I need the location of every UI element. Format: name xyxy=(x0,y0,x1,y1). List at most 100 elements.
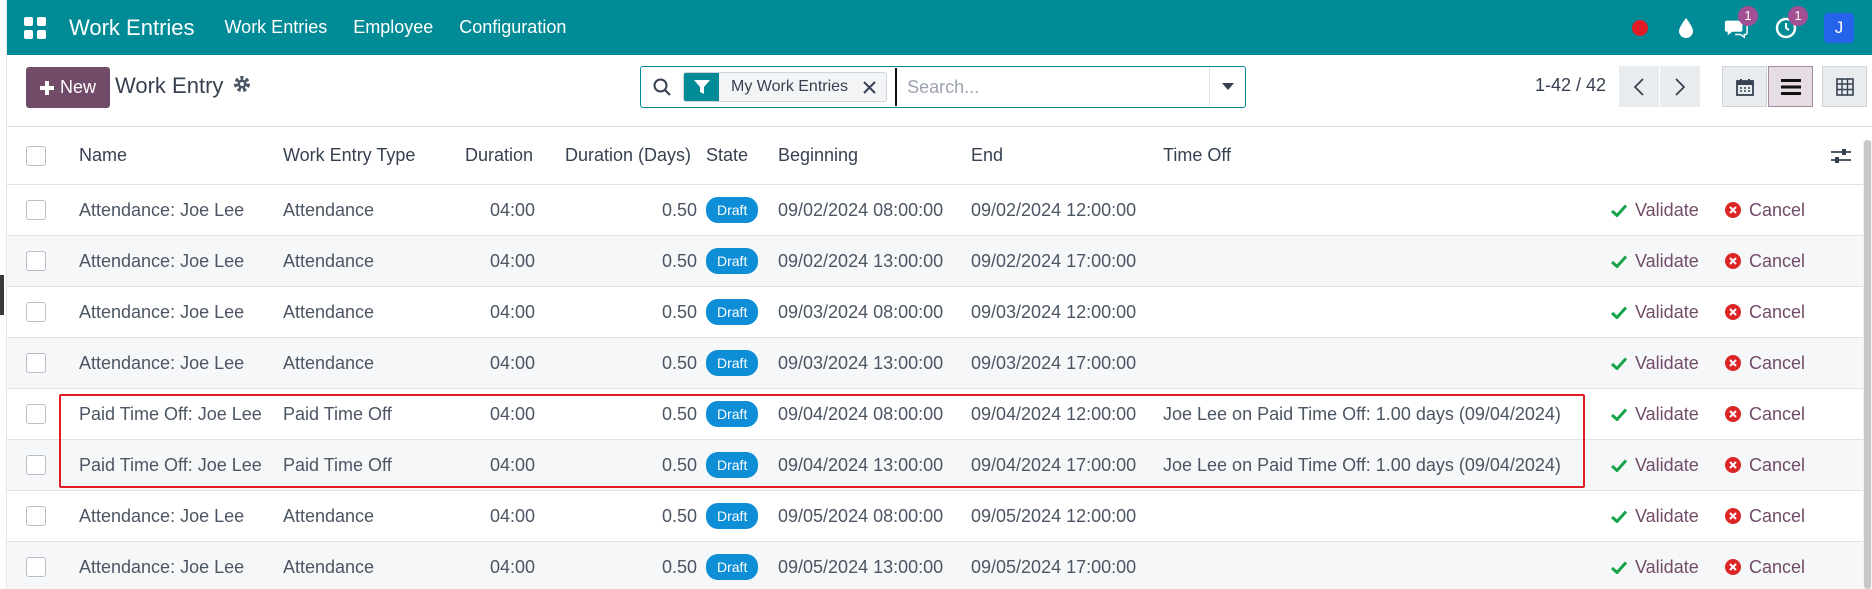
row-checkbox[interactable] xyxy=(26,251,46,271)
cell-beginning[interactable]: 09/05/2024 13:00:00 xyxy=(778,542,943,589)
cell-work-entry-type[interactable]: Paid Time Off xyxy=(283,440,392,490)
cancel-button[interactable]: Cancel xyxy=(1725,236,1805,286)
row-checkbox-cell[interactable] xyxy=(26,542,46,589)
cell-state[interactable]: Draft xyxy=(706,287,759,337)
cell-end[interactable]: 09/03/2024 12:00:00 xyxy=(971,287,1136,337)
column-header-name[interactable]: Name xyxy=(79,127,127,184)
cell-duration-days[interactable]: 0.50 xyxy=(597,389,697,439)
cell-end[interactable]: 09/04/2024 12:00:00 xyxy=(971,389,1136,439)
list-view-button[interactable] xyxy=(1768,66,1813,107)
cell-duration-days[interactable]: 0.50 xyxy=(597,185,697,235)
validate-button[interactable]: Validate xyxy=(1611,542,1699,589)
row-checkbox[interactable] xyxy=(26,506,46,526)
cell-beginning[interactable]: 09/05/2024 08:00:00 xyxy=(778,491,943,541)
cell-duration[interactable]: 04:00 xyxy=(455,185,535,235)
row-checkbox[interactable] xyxy=(26,200,46,220)
cell-work-entry-type[interactable]: Attendance xyxy=(283,236,374,286)
select-all-checkbox-cell[interactable] xyxy=(26,127,46,184)
cell-name[interactable]: Paid Time Off: Joe Lee xyxy=(79,389,262,439)
optional-columns-toggle[interactable] xyxy=(1831,127,1851,184)
table-row[interactable]: Attendance: Joe Lee Attendance 04:00 0.50 09… xyxy=(7,236,1863,287)
cell-duration-days[interactable]: 0.50 xyxy=(597,236,697,286)
cell-beginning[interactable]: 09/04/2024 13:00:00 xyxy=(778,440,943,490)
search-input[interactable] xyxy=(895,68,1209,106)
pager-value[interactable]: 1-42 / 42 xyxy=(1535,75,1606,96)
cancel-button[interactable]: Cancel xyxy=(1725,287,1805,337)
cell-end[interactable]: 09/05/2024 12:00:00 xyxy=(971,491,1136,541)
cell-name[interactable]: Attendance: Joe Lee xyxy=(79,542,244,589)
row-checkbox[interactable] xyxy=(26,404,46,424)
cell-state[interactable]: Draft xyxy=(706,236,759,286)
cell-duration[interactable]: 04:00 xyxy=(455,236,535,286)
table-row[interactable]: Attendance: Joe Lee Attendance 04:00 0.50 09… xyxy=(7,287,1863,338)
cell-time-off[interactable]: Joe Lee on Paid Time Off: 1.00 days (09/… xyxy=(1163,389,1561,439)
select-all-checkbox[interactable] xyxy=(26,145,46,166)
cell-duration[interactable]: 04:00 xyxy=(455,491,535,541)
activities-clock-icon[interactable]: 1 xyxy=(1774,5,1808,40)
drop-icon[interactable] xyxy=(1674,16,1698,40)
menu-item-employee[interactable]: Employee xyxy=(353,17,433,38)
search-icon[interactable] xyxy=(641,78,683,96)
row-checkbox[interactable] xyxy=(26,353,46,373)
cell-end[interactable]: 09/02/2024 17:00:00 xyxy=(971,236,1136,286)
column-header-state[interactable]: State xyxy=(706,127,748,184)
gear-icon[interactable] xyxy=(233,75,251,98)
cell-duration-days[interactable]: 0.50 xyxy=(597,542,697,589)
search-options-toggle[interactable] xyxy=(1209,67,1245,107)
cell-work-entry-type[interactable]: Attendance xyxy=(283,542,374,589)
cancel-button[interactable]: Cancel xyxy=(1725,440,1805,490)
cell-beginning[interactable]: 09/02/2024 13:00:00 xyxy=(778,236,943,286)
cancel-button[interactable]: Cancel xyxy=(1725,491,1805,541)
new-button[interactable]: New xyxy=(26,67,110,108)
cell-duration-days[interactable]: 0.50 xyxy=(597,440,697,490)
table-row[interactable]: Paid Time Off: Joe Lee Paid Time Off 04:00… xyxy=(7,389,1863,440)
cell-work-entry-type[interactable]: Attendance xyxy=(283,338,374,388)
column-header-duration-days[interactable]: Duration (Days) xyxy=(565,127,691,184)
column-header-time-off[interactable]: Time Off xyxy=(1163,127,1231,184)
row-checkbox-cell[interactable] xyxy=(26,185,46,235)
column-header-duration[interactable]: Duration xyxy=(465,127,533,184)
pivot-view-button[interactable] xyxy=(1822,66,1867,107)
cell-name[interactable]: Attendance: Joe Lee xyxy=(79,236,244,286)
cell-work-entry-type[interactable]: Attendance xyxy=(283,185,374,235)
cell-beginning[interactable]: 09/03/2024 13:00:00 xyxy=(778,338,943,388)
cell-end[interactable]: 09/05/2024 17:00:00 xyxy=(971,542,1136,589)
cell-duration[interactable]: 04:00 xyxy=(455,542,535,589)
column-header-beginning[interactable]: Beginning xyxy=(778,127,858,184)
cell-state[interactable]: Draft xyxy=(706,338,759,388)
validate-button[interactable]: Validate xyxy=(1611,338,1699,388)
table-row[interactable]: Attendance: Joe Lee Attendance 04:00 0.50 09… xyxy=(7,185,1863,236)
cell-duration-days[interactable]: 0.50 xyxy=(597,338,697,388)
table-row[interactable]: Paid Time Off: Joe Lee Paid Time Off 04:00… xyxy=(7,440,1863,491)
cell-beginning[interactable]: 09/02/2024 08:00:00 xyxy=(778,185,943,235)
cell-state[interactable]: Draft xyxy=(706,185,759,235)
cell-duration[interactable]: 04:00 xyxy=(455,287,535,337)
validate-button[interactable]: Validate xyxy=(1611,389,1699,439)
cell-name[interactable]: Attendance: Joe Lee xyxy=(79,338,244,388)
column-header-work-entry-type[interactable]: Work Entry Type xyxy=(283,127,415,184)
cell-end[interactable]: 09/04/2024 17:00:00 xyxy=(971,440,1136,490)
cell-work-entry-type[interactable]: Attendance xyxy=(283,491,374,541)
apps-menu-button[interactable] xyxy=(7,0,63,55)
table-row[interactable]: Attendance: Joe Lee Attendance 04:00 0.50 09… xyxy=(7,491,1863,542)
cancel-button[interactable]: Cancel xyxy=(1725,542,1805,589)
cell-state[interactable]: Draft xyxy=(706,389,759,439)
cell-duration[interactable]: 04:00 xyxy=(455,440,535,490)
calendar-view-button[interactable] xyxy=(1722,66,1767,107)
cell-end[interactable]: 09/02/2024 12:00:00 xyxy=(971,185,1136,235)
menu-item-configuration[interactable]: Configuration xyxy=(459,17,566,38)
cell-duration-days[interactable]: 0.50 xyxy=(597,287,697,337)
pager-previous-button[interactable] xyxy=(1619,66,1659,107)
cell-state[interactable]: Draft xyxy=(706,542,759,589)
cell-state[interactable]: Draft xyxy=(706,440,759,490)
vertical-scrollbar[interactable] xyxy=(1863,140,1872,589)
pager-next-button[interactable] xyxy=(1660,66,1700,107)
row-checkbox-cell[interactable] xyxy=(26,389,46,439)
row-checkbox[interactable] xyxy=(26,302,46,322)
cell-time-off[interactable]: Joe Lee on Paid Time Off: 1.00 days (09/… xyxy=(1163,440,1561,490)
cell-name[interactable]: Attendance: Joe Lee xyxy=(79,491,244,541)
menu-item-work-entries[interactable]: Work Entries xyxy=(225,17,328,38)
cell-beginning[interactable]: 09/04/2024 08:00:00 xyxy=(778,389,943,439)
cell-work-entry-type[interactable]: Attendance xyxy=(283,287,374,337)
validate-button[interactable]: Validate xyxy=(1611,287,1699,337)
